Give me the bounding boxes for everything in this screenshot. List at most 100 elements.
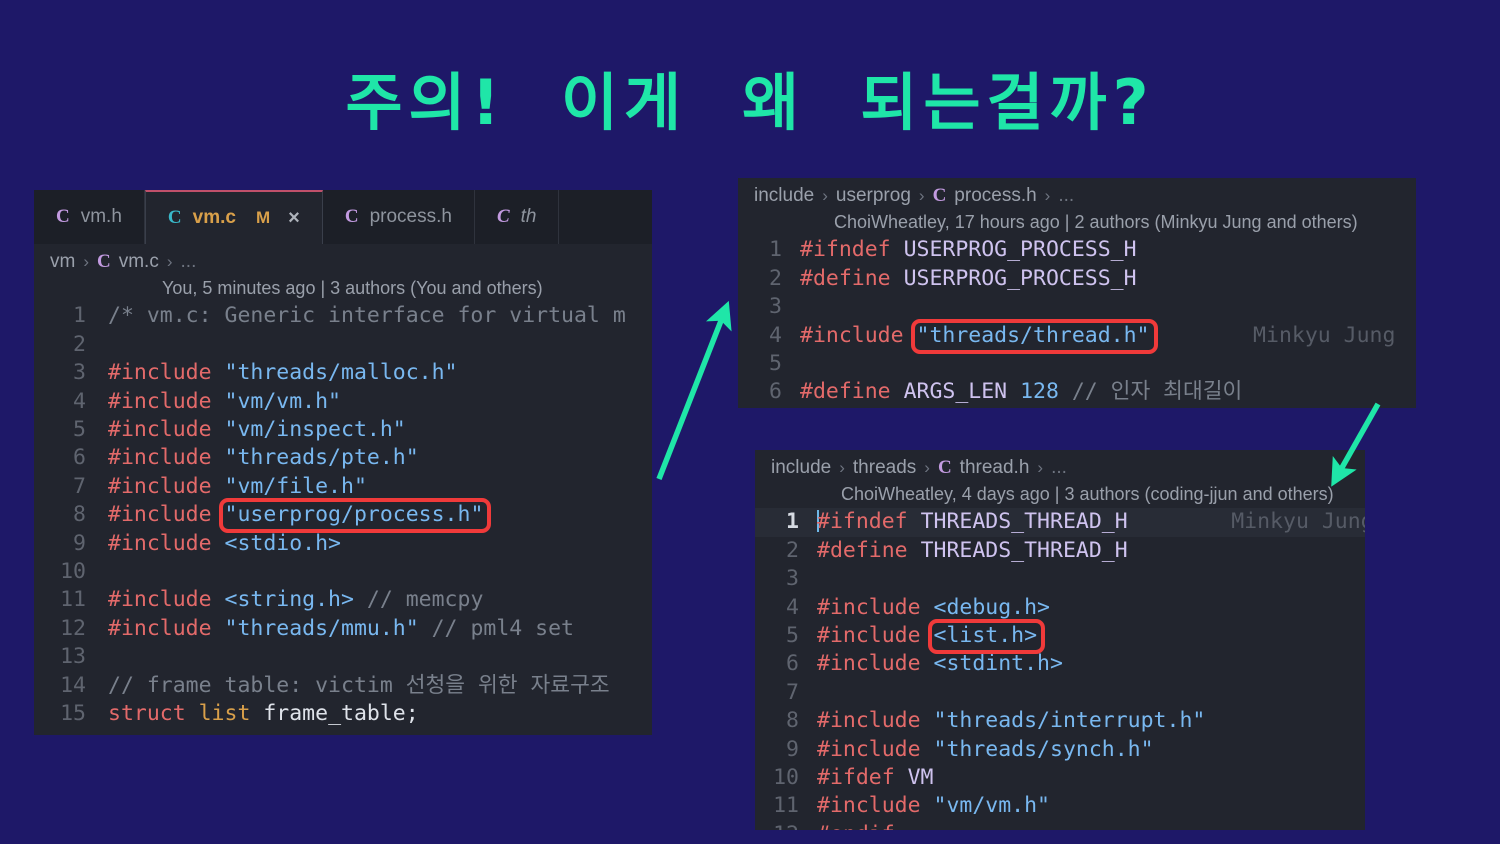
code-line[interactable]: 10 #ifdef VM <box>755 764 1365 792</box>
code-line[interactable]: 9 #include "threads/synch.h" <box>755 736 1365 764</box>
code-line[interactable]: 3 <box>755 565 1365 593</box>
code-line[interactable]: 7 #include "vm/file.h" <box>34 473 652 501</box>
tab-process-h[interactable]: Cprocess.h <box>323 190 475 244</box>
line-content: #include "threads/thread.h" Minkyu Jung <box>800 322 1395 350</box>
code-token: // pml4 set <box>418 615 575 641</box>
line-content: #include "threads/synch.h" <box>817 736 1154 764</box>
line-number: 3 <box>769 294 782 320</box>
code-line[interactable]: 3 #include "threads/malloc.h" <box>34 359 652 387</box>
line-content: #include "threads/interrupt.h" <box>817 707 1205 735</box>
code-line[interactable]: 4 #include <debug.h> <box>755 594 1365 622</box>
line-number: 1 <box>769 237 782 263</box>
code-token: "threads/synch.h" <box>933 736 1154 762</box>
code-line[interactable]: 9 #include <stdio.h> <box>34 530 652 558</box>
breadcrumb-segment-root[interactable]: vm <box>50 251 75 273</box>
code-token: #include <box>108 502 225 528</box>
code-token: "vm/vm.h" <box>933 793 1051 819</box>
line-number: 7 <box>738 407 800 409</box>
code-line[interactable]: 1 #ifndef THREADS_THREAD_H Minkyu Jung, <box>755 508 1365 537</box>
line-number: 7 <box>73 473 86 499</box>
tab-th[interactable]: Cth <box>475 190 560 244</box>
breadcrumb-overflow[interactable]: ... <box>1058 185 1074 207</box>
code-line[interactable]: 14 // frame table: victim 선청을 위한 자료구조 <box>34 672 652 700</box>
line-number: 14 <box>60 672 86 698</box>
code-line[interactable]: 6 #include <stdint.h> <box>755 650 1365 678</box>
line-content: /* vm.c: Generic interface for virtual m <box>108 302 626 330</box>
code-line[interactable]: 4 #include "threads/thread.h" Minkyu Jung <box>738 322 1416 350</box>
code-line[interactable]: 11 #include <string.h> // memcpy <box>34 586 652 614</box>
code-line[interactable]: 2 #define THREADS_THREAD_H <box>755 537 1365 565</box>
code-token: #include <box>817 623 934 649</box>
close-icon[interactable]: × <box>288 208 300 228</box>
code-line[interactable]: 6 #define ARGS_LEN 128 // 인자 최대길이 <box>738 378 1416 406</box>
line-number: 2 <box>769 265 782 291</box>
code-line[interactable]: 8 #include "userprog/process.h" <box>34 501 652 529</box>
tab-vm-h[interactable]: Cvm.h <box>34 190 145 244</box>
code-token: // 인자 최대길이 <box>1058 379 1243 405</box>
code-line[interactable]: 5 <box>738 350 1416 378</box>
code-token: #include <box>108 587 225 613</box>
code-line[interactable]: 12 #include "threads/mmu.h" // pml4 set <box>34 615 652 643</box>
code-area-threadh[interactable]: 1 #ifndef THREADS_THREAD_H Minkyu Jung, 2 #… <box>755 506 1365 830</box>
code-token: #include <box>817 651 934 677</box>
code-token: #include <box>108 360 225 386</box>
c-file-icon: C <box>937 457 952 478</box>
code-token: #include <box>800 322 917 348</box>
line-content: #include "vm/file.h" <box>108 473 367 501</box>
breadcrumb-segment-mid[interactable]: userprog <box>836 185 911 207</box>
code-line[interactable]: 2 <box>34 331 652 359</box>
code-token: #endif <box>817 822 895 830</box>
code-line[interactable]: 5 #include "vm/inspect.h" <box>34 416 652 444</box>
code-line[interactable]: 6 #include "threads/pte.h" <box>34 444 652 472</box>
line-content: // frame table: victim 선청을 위한 자료구조 <box>108 672 610 700</box>
breadcrumb-segment-file[interactable]: thread.h <box>960 457 1030 479</box>
code-token: "vm/file.h" <box>224 473 367 499</box>
line-content: #endif <box>817 821 895 830</box>
code-line[interactable]: 12#endif <box>755 821 1365 830</box>
code-token: #define <box>817 537 921 563</box>
code-line[interactable]: 1 #ifndef USERPROG_PROCESS_H <box>738 236 1416 264</box>
code-token: #include <box>108 530 225 556</box>
line-number: 13 <box>60 644 86 670</box>
line-number: 4 <box>73 388 86 414</box>
git-blame-processh: ChoiWheatley, 17 hours ago | 2 authors (… <box>834 212 1358 232</box>
tab-vm-c[interactable]: Cvm.c M × <box>144 190 323 244</box>
code-line[interactable]: 8 #include "threads/interrupt.h" <box>755 707 1365 735</box>
code-line[interactable]: 5 #include <list.h> <box>755 622 1365 650</box>
tab-label: vm.h <box>80 206 122 227</box>
code-line[interactable]: 1 /* vm.c: Generic interface for virtual … <box>34 302 652 330</box>
line-number: 9 <box>73 530 86 556</box>
breadcrumb-segment-mid[interactable]: threads <box>853 457 916 479</box>
line-content: #ifndef THREADS_THREAD_H Minkyu Jung, <box>817 508 1365 536</box>
code-line[interactable]: 4 #include "vm/vm.h" <box>34 388 652 416</box>
code-line[interactable]: 3 <box>738 293 1416 321</box>
code-line[interactable]: 10 <box>34 558 652 586</box>
code-line[interactable]: 11 #include "vm/vm.h" <box>755 792 1365 820</box>
line-content: #include "vm/inspect.h" <box>108 416 406 444</box>
breadcrumb-segment-root[interactable]: include <box>771 457 831 479</box>
breadcrumb-overflow[interactable]: ... <box>1051 457 1067 479</box>
code-line[interactable]: 13 <box>34 643 652 671</box>
breadcrumb-segment-file[interactable]: vm.c <box>119 251 159 273</box>
code-line[interactable]: 7 <box>755 679 1365 707</box>
code-area-vmc[interactable]: 1 /* vm.c: Generic interface for virtual … <box>34 300 652 728</box>
code-line[interactable]: 7 <box>738 407 1416 409</box>
code-line[interactable]: 2 #define USERPROG_PROCESS_H <box>738 265 1416 293</box>
line-number: 11 <box>773 793 799 819</box>
tab-label: th <box>520 206 537 227</box>
code-token: #include <box>108 615 225 641</box>
code-token: #include <box>817 736 934 762</box>
code-token: /* vm.c: Generic interface for virtual m <box>108 303 626 329</box>
line-number: 8 <box>73 502 86 528</box>
breadcrumb-segment-root[interactable]: include <box>754 185 814 207</box>
code-area-processh[interactable]: 1 #ifndef USERPROG_PROCESS_H 2 #define USER… <box>738 234 1416 408</box>
breadcrumb-segment-file[interactable]: process.h <box>954 185 1036 207</box>
inline-blame-annotation: Minkyu Jung, <box>1127 509 1365 535</box>
breadcrumb-overflow[interactable]: ... <box>181 251 197 273</box>
code-token: #define <box>800 265 904 291</box>
line-content: #include <string.h> // memcpy <box>108 586 483 614</box>
line-number: 4 <box>769 322 782 348</box>
code-line[interactable]: 15 struct list frame_table; <box>34 700 652 728</box>
editor-panel-threadh: include › threads › C thread.h › ... Cho… <box>755 450 1365 830</box>
line-number: 12 <box>755 821 817 830</box>
